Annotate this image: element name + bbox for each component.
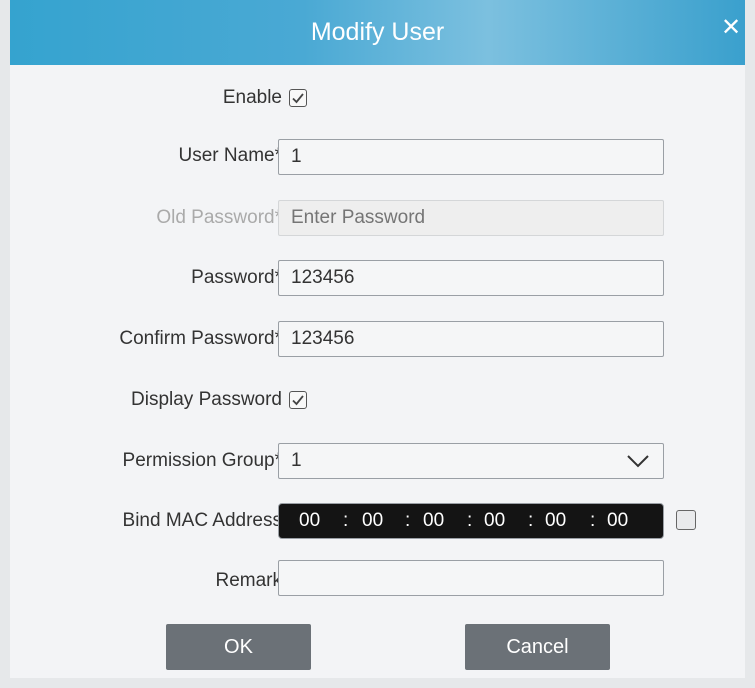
password-input[interactable] bbox=[278, 260, 664, 296]
remark-label: Remark bbox=[215, 570, 282, 591]
mac-octet[interactable]: 00 bbox=[607, 504, 628, 538]
permission-group-select[interactable]: 1 bbox=[278, 443, 664, 479]
mac-octet[interactable]: 00 bbox=[423, 504, 444, 538]
mac-separator: : bbox=[528, 510, 534, 531]
ok-button[interactable]: OK bbox=[166, 624, 311, 670]
enable-label: Enable bbox=[222, 87, 282, 108]
permission-group-label: Permission Group* bbox=[122, 450, 282, 471]
remark-input[interactable] bbox=[278, 560, 664, 596]
dialog-title: Modify User bbox=[310, 18, 445, 46]
password-label: Password* bbox=[191, 267, 282, 288]
mac-address-field[interactable]: 00 : 00 : 00 : 00 : 00 : 00 bbox=[278, 503, 664, 539]
mac-octet[interactable]: 00 bbox=[362, 504, 383, 538]
chevron-down-icon bbox=[627, 455, 649, 468]
enable-checkbox[interactable] bbox=[289, 89, 307, 107]
user-name-label: User Name* bbox=[178, 145, 282, 166]
mac-octet[interactable]: 00 bbox=[545, 504, 566, 538]
check-icon bbox=[292, 93, 304, 104]
mac-separator: : bbox=[405, 510, 411, 531]
close-icon[interactable]: ✕ bbox=[721, 16, 741, 40]
check-icon bbox=[292, 395, 304, 406]
modify-user-dialog: Modify User ✕ Enable User Name* Old Pass… bbox=[0, 0, 755, 688]
mac-separator: : bbox=[590, 510, 596, 531]
confirm-password-label: Confirm Password* bbox=[119, 328, 282, 349]
mac-separator: : bbox=[343, 510, 349, 531]
bind-mac-label: Bind MAC Address bbox=[122, 510, 282, 531]
user-name-input[interactable] bbox=[278, 139, 664, 175]
mac-octet[interactable]: 00 bbox=[299, 504, 320, 538]
permission-group-value: 1 bbox=[291, 450, 302, 471]
cancel-button[interactable]: Cancel bbox=[465, 624, 610, 670]
mac-separator: : bbox=[467, 510, 473, 531]
display-password-label: Display Password bbox=[131, 389, 282, 410]
old-password-label: Old Password* bbox=[156, 207, 282, 228]
old-password-input bbox=[278, 200, 664, 236]
display-password-checkbox[interactable] bbox=[289, 391, 307, 409]
bind-mac-checkbox[interactable] bbox=[676, 510, 696, 530]
mac-octet[interactable]: 00 bbox=[484, 504, 505, 538]
confirm-password-input[interactable] bbox=[278, 321, 664, 357]
